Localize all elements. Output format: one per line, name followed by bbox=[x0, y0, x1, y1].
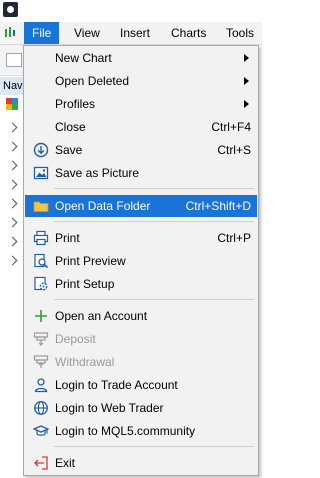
menu-item-label: Print Preview bbox=[55, 254, 126, 268]
menu-item-new-chart[interactable]: New Chart bbox=[25, 47, 257, 69]
menu-item-close[interactable]: Close Ctrl+F4 bbox=[25, 116, 257, 138]
submenu-arrow-icon bbox=[244, 77, 249, 85]
menu-item-label: Print bbox=[55, 231, 80, 245]
print-setup-icon bbox=[34, 276, 48, 291]
menu-item-profiles[interactable]: Profiles bbox=[25, 93, 257, 115]
tree-expand-icon[interactable] bbox=[7, 217, 18, 228]
navigator-logo-icon bbox=[6, 98, 18, 110]
deposit-icon bbox=[33, 332, 49, 346]
tree-expand-icon[interactable] bbox=[7, 255, 18, 266]
menu-item-label: Save as Picture bbox=[55, 166, 140, 180]
menu-file[interactable]: File bbox=[24, 22, 60, 44]
menu-item-label: New Chart bbox=[55, 51, 112, 65]
menu-item-withdrawal[interactable]: Withdrawal bbox=[25, 351, 257, 373]
plus-icon bbox=[35, 310, 47, 322]
picture-icon bbox=[33, 166, 49, 180]
tree-expand-icon[interactable] bbox=[7, 122, 18, 133]
menu-bar: File View Insert Charts Tools bbox=[0, 22, 262, 45]
menu-separator bbox=[54, 446, 254, 447]
menu-item-print[interactable]: Print Ctrl+P bbox=[25, 227, 257, 249]
tree-expand-icon[interactable] bbox=[7, 236, 18, 247]
menu-item-label: Exit bbox=[55, 456, 76, 470]
menu-item-label: Save bbox=[55, 143, 83, 157]
menu-item-login-mql5[interactable]: Login to MQL5.community bbox=[25, 420, 257, 442]
toolbar-button[interactable] bbox=[6, 53, 22, 67]
menu-item-shortcut: Ctrl+F4 bbox=[211, 120, 251, 134]
menu-item-label: Login to Trade Account bbox=[55, 378, 178, 392]
title-bar bbox=[0, 0, 262, 20]
file-menu-dropdown: New Chart Open Deleted Profiles Close Ct… bbox=[23, 45, 259, 476]
menu-item-save[interactable]: Save Ctrl+S bbox=[25, 139, 257, 161]
tree-expand-icon[interactable] bbox=[7, 179, 18, 190]
exit-icon bbox=[34, 456, 48, 470]
app-icon bbox=[3, 2, 18, 17]
menu-item-label: Open an Account bbox=[55, 309, 148, 323]
chart-toolbar-icon[interactable] bbox=[4, 26, 20, 40]
menu-item-label: Close bbox=[55, 120, 86, 134]
menu-item-deposit[interactable]: Deposit bbox=[25, 328, 257, 350]
globe-icon bbox=[34, 401, 48, 415]
save-icon bbox=[33, 142, 49, 158]
menu-item-print-setup[interactable]: Print Setup bbox=[25, 273, 257, 295]
folder-icon bbox=[33, 201, 49, 212]
menu-item-shortcut: Ctrl+Shift+D bbox=[185, 199, 251, 213]
menu-separator bbox=[54, 188, 254, 189]
graduation-cap-icon bbox=[33, 425, 49, 436]
withdrawal-icon bbox=[33, 355, 49, 368]
menu-item-label: Open Deleted bbox=[55, 74, 130, 88]
menu-item-label: Login to Web Trader bbox=[55, 401, 164, 415]
print-preview-icon bbox=[34, 253, 49, 269]
menu-item-open-an-account[interactable]: Open an Account bbox=[25, 305, 257, 327]
menu-view[interactable]: View bbox=[66, 22, 108, 44]
menu-tools[interactable]: Tools bbox=[218, 22, 262, 44]
user-icon bbox=[34, 378, 48, 393]
menu-item-shortcut: Ctrl+S bbox=[217, 143, 251, 157]
menu-separator bbox=[54, 299, 254, 300]
submenu-arrow-icon bbox=[244, 100, 249, 108]
menu-insert[interactable]: Insert bbox=[112, 22, 158, 44]
tree-expand-icon[interactable] bbox=[7, 141, 18, 152]
menu-item-shortcut: Ctrl+P bbox=[217, 231, 251, 245]
menu-item-open-deleted[interactable]: Open Deleted bbox=[25, 70, 257, 92]
menu-item-label: Deposit bbox=[55, 332, 96, 346]
menu-item-login-web-trader[interactable]: Login to Web Trader bbox=[25, 397, 257, 419]
menu-charts[interactable]: Charts bbox=[163, 22, 214, 44]
menu-item-label: Login to MQL5.community bbox=[55, 424, 196, 438]
menu-item-login-trade-account[interactable]: Login to Trade Account bbox=[25, 374, 257, 396]
tree-expand-icon[interactable] bbox=[7, 160, 18, 171]
menu-item-label: Withdrawal bbox=[55, 355, 115, 369]
printer-icon bbox=[33, 230, 49, 246]
menu-item-print-preview[interactable]: Print Preview bbox=[25, 250, 257, 272]
menu-item-label: Open Data Folder bbox=[55, 199, 151, 213]
menu-item-label: Profiles bbox=[55, 97, 96, 111]
menu-item-open-data-folder[interactable]: Open Data Folder Ctrl+Shift+D bbox=[25, 195, 257, 217]
tree-expand-icon[interactable] bbox=[7, 198, 18, 209]
menu-separator bbox=[54, 221, 254, 222]
menu-item-save-as-picture[interactable]: Save as Picture bbox=[25, 162, 257, 184]
menu-item-exit[interactable]: Exit bbox=[25, 452, 257, 474]
menu-item-label: Print Setup bbox=[55, 277, 115, 291]
submenu-arrow-icon bbox=[244, 54, 249, 62]
